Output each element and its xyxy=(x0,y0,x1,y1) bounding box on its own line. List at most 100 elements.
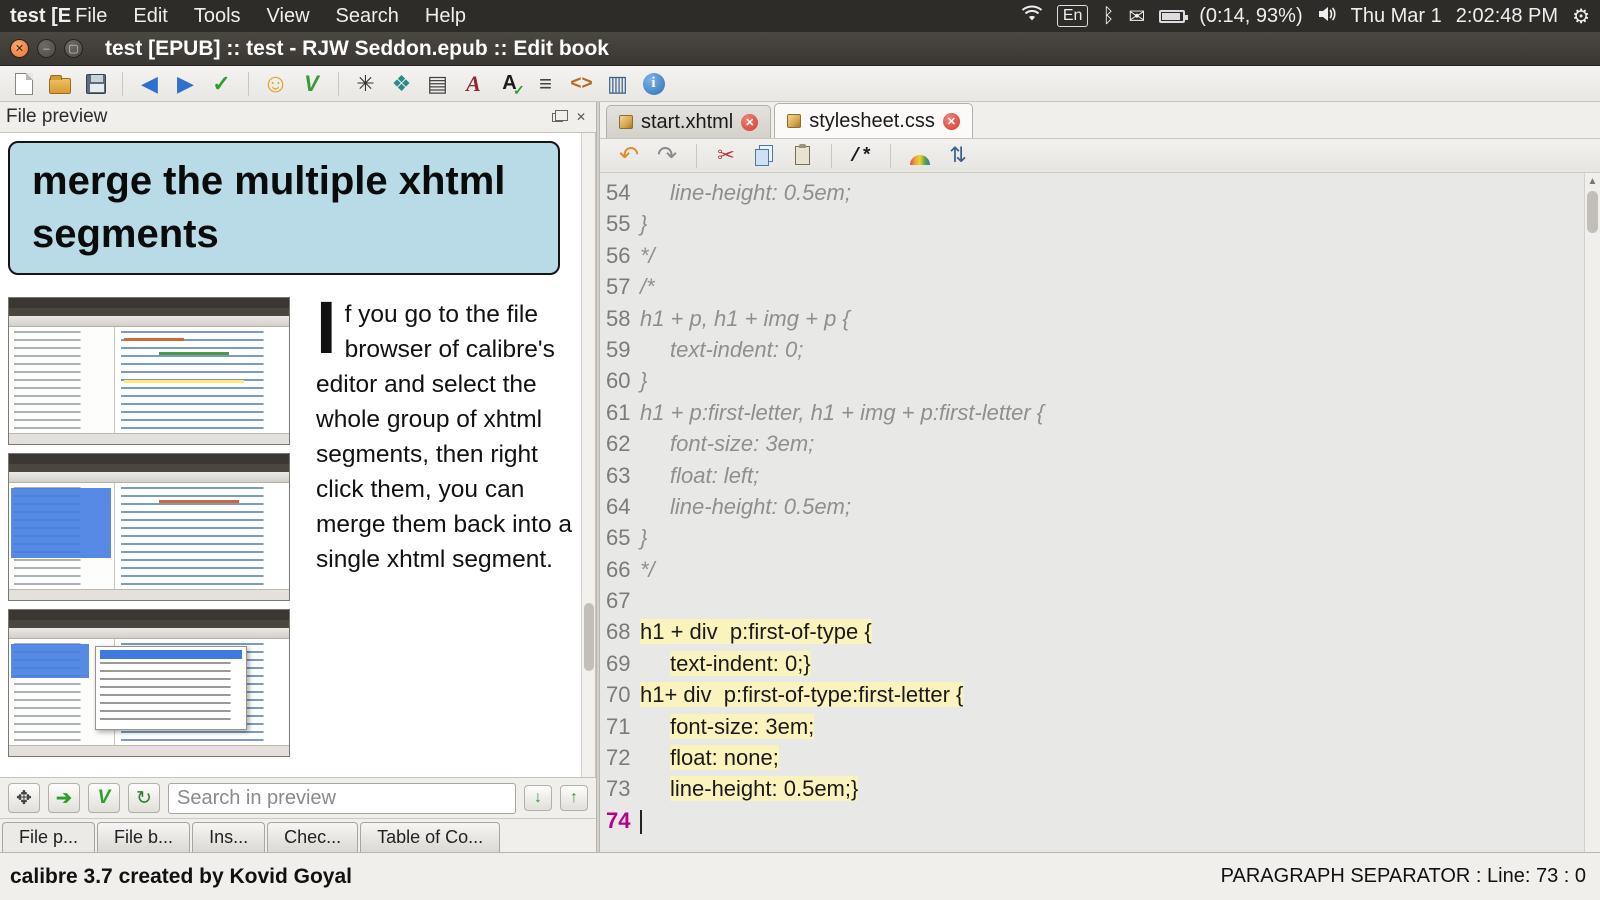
keyboard-layout-indicator[interactable]: En xyxy=(1056,5,1089,27)
code-line-58[interactable]: 58 h1 + p, h1 + img + p { xyxy=(600,303,1600,334)
align-icon[interactable]: ≡ xyxy=(532,70,559,97)
code-line-74[interactable]: 74 xyxy=(600,805,1600,836)
comment-icon[interactable]: /* xyxy=(848,143,874,169)
window-titlebar[interactable]: ✕ – ▢ test [EPUB] :: test - RJW Seddon.e… xyxy=(0,32,1600,66)
sort-icon[interactable]: ⇅ xyxy=(945,143,971,169)
code-line-62[interactable]: 62 font-size: 3em; xyxy=(600,428,1600,459)
preview-viewport[interactable]: merge the multiple xhtml segments I f yo… xyxy=(0,132,596,778)
back-icon[interactable]: ◀ xyxy=(136,70,163,97)
code-line-73[interactable]: 73 line-height: 0.5em;} xyxy=(600,773,1600,804)
editor-scrollbar-thumb[interactable] xyxy=(1587,191,1598,233)
check-links-spider-icon[interactable]: ✳ xyxy=(352,70,379,97)
award-icon[interactable]: ❖ xyxy=(388,70,415,97)
window-minimize-button[interactable]: – xyxy=(37,39,56,58)
code-line-63[interactable]: 63 float: left; xyxy=(600,460,1600,491)
tab-inspector[interactable]: Ins... xyxy=(192,822,266,852)
preview-heading: merge the multiple xhtml segments xyxy=(8,141,560,276)
file-type-icon xyxy=(619,115,633,129)
preview-search-row: ✥ ➔ V ↻ ↓ ↑ xyxy=(0,778,596,818)
clock-time[interactable]: 2:02:48 PM xyxy=(1456,5,1558,28)
font-italic-icon[interactable]: A xyxy=(460,70,487,97)
tab-file-preview[interactable]: File p... xyxy=(2,822,96,852)
code-line-66[interactable]: 66 */ xyxy=(600,554,1600,585)
go-to-icon[interactable]: ➔ xyxy=(48,783,80,813)
donate-smiley-icon[interactable]: ☺ xyxy=(262,68,289,98)
editor-pane: start.xhtml ✕ stylesheet.css ✕ ↶ ↷ ✂ /* … xyxy=(600,102,1600,852)
battery-icon[interactable] xyxy=(1159,9,1189,23)
code-line-71[interactable]: 71 font-size: 3em; xyxy=(600,711,1600,742)
volume-icon[interactable] xyxy=(1317,5,1337,28)
text-cursor xyxy=(640,810,642,834)
code-line-61[interactable]: 61 h1 + p:first-letter, h1 + img + p:firs… xyxy=(600,397,1600,428)
code-line-72[interactable]: 72 float: none; xyxy=(600,742,1600,773)
wifi-icon[interactable] xyxy=(1021,4,1043,28)
menu-edit[interactable]: Edit xyxy=(133,5,167,28)
save-icon[interactable] xyxy=(82,70,109,97)
book-view-icon[interactable]: ▤ xyxy=(424,70,451,97)
columns-icon[interactable]: ▥ xyxy=(604,70,631,97)
beautify-brush-icon[interactable] xyxy=(907,143,933,169)
editor-scrollbar[interactable]: ▲ xyxy=(1584,173,1600,852)
redo-icon[interactable]: ↷ xyxy=(654,142,680,169)
bluetooth-icon[interactable]: ᛒ xyxy=(1102,5,1114,28)
code-line-64[interactable]: 64 line-height: 0.5em; xyxy=(600,491,1600,522)
menu-tools[interactable]: Tools xyxy=(194,5,241,28)
tab-table-of-contents[interactable]: Table of Co... xyxy=(360,822,501,852)
copy-icon[interactable] xyxy=(751,143,777,169)
cut-icon[interactable]: ✂ xyxy=(713,143,739,169)
code-line-59[interactable]: 59 text-indent: 0; xyxy=(600,334,1600,365)
menu-view[interactable]: View xyxy=(267,5,310,28)
refresh-icon[interactable]: ↻ xyxy=(128,783,160,813)
merge-check-icon[interactable]: V xyxy=(298,70,325,97)
code-line-56[interactable]: 56 */ xyxy=(600,240,1600,271)
mail-icon[interactable]: ✉ xyxy=(1128,4,1145,29)
code-line-60[interactable]: 60} xyxy=(600,365,1600,396)
menu-file[interactable]: File xyxy=(75,5,107,28)
forward-icon[interactable]: ▶ xyxy=(172,70,199,97)
undo-icon[interactable]: ↶ xyxy=(616,142,642,169)
search-prev-icon[interactable]: ↑ xyxy=(560,785,588,811)
preview-scrollbar-thumb[interactable] xyxy=(584,603,594,671)
code-line-55[interactable]: 55} xyxy=(600,208,1600,239)
file-type-icon xyxy=(787,114,802,128)
paste-icon[interactable] xyxy=(789,143,815,169)
editor-tab-start-xhtml[interactable]: start.xhtml ✕ xyxy=(606,105,772,138)
code-line-70[interactable]: 70 h1+ div p:first-of-type:first-letter { xyxy=(600,679,1600,710)
virus-check-icon[interactable]: V xyxy=(88,783,120,813)
tab-file-browser[interactable]: File b... xyxy=(97,822,191,852)
info-icon[interactable]: i xyxy=(640,70,667,97)
clock-date[interactable]: Thu Mar 1 xyxy=(1351,5,1442,28)
dock-tab-bar: File p... File b... Ins... Chec... Table… xyxy=(0,818,596,852)
window-close-button[interactable]: ✕ xyxy=(10,39,29,58)
session-gear-icon[interactable]: ⚙ xyxy=(1572,4,1590,29)
window-maximize-button[interactable]: ▢ xyxy=(64,39,83,58)
scroll-up-icon[interactable]: ▲ xyxy=(1585,173,1600,189)
search-in-preview-input[interactable] xyxy=(168,782,516,814)
tab-close-icon[interactable]: ✕ xyxy=(741,113,759,131)
editor-tab-stylesheet-css[interactable]: stylesheet.css ✕ xyxy=(774,103,973,138)
code-icon[interactable]: <> xyxy=(568,70,595,97)
window-title: test [EPUB] :: test - RJW Seddon.epub ::… xyxy=(105,36,609,60)
battery-status[interactable]: (0:14, 93%) xyxy=(1199,5,1302,28)
check-book-icon[interactable]: ✓ xyxy=(208,70,235,97)
code-line-57[interactable]: 57/* xyxy=(600,271,1600,302)
open-folder-icon[interactable] xyxy=(46,70,73,97)
menu-help[interactable]: Help xyxy=(425,5,466,28)
code-line-54[interactable]: 54 line-height: 0.5em; xyxy=(600,177,1600,208)
spellcheck-icon[interactable]: A ✓ xyxy=(496,70,524,98)
preview-scrollbar[interactable] xyxy=(581,133,595,777)
new-file-icon[interactable] xyxy=(10,70,37,97)
dock-close-icon[interactable]: ✕ xyxy=(572,109,590,125)
tab-checks[interactable]: Chec... xyxy=(267,822,359,852)
code-line-69[interactable]: 69 text-indent: 0;} xyxy=(600,648,1600,679)
menu-search[interactable]: Search xyxy=(336,5,399,28)
code-editor[interactable]: 54 line-height: 0.5em; 55} 56 */57/* 58 h1 + p… xyxy=(600,173,1600,852)
dock-header: File preview ✕ xyxy=(0,102,596,132)
tab-close-icon[interactable]: ✕ xyxy=(942,112,960,130)
search-next-icon[interactable]: ↓ xyxy=(524,785,552,811)
preview-tool-icon[interactable]: ✥ xyxy=(8,783,40,813)
code-line-65[interactable]: 65} xyxy=(600,522,1600,553)
code-line-67[interactable]: 67 xyxy=(600,585,1600,616)
undock-icon[interactable] xyxy=(548,109,568,125)
code-line-68[interactable]: 68 h1 + div p:first-of-type { xyxy=(600,616,1600,647)
